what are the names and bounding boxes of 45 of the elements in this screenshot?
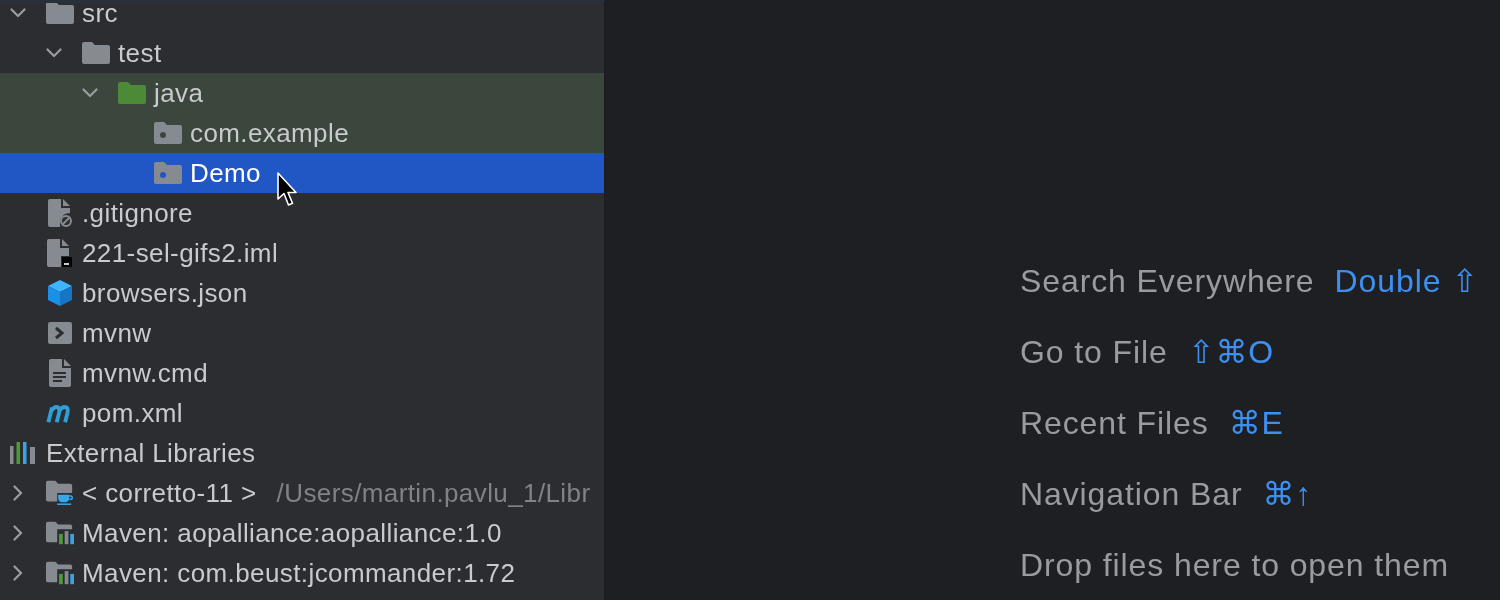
chevron-down-icon[interactable] [10,8,26,18]
hint-text: Search Everywhere [1020,261,1315,301]
hint-text: Drop files here to open them [1020,545,1449,585]
cube-icon [47,279,73,307]
terminal-icon [48,322,72,344]
tree-item[interactable]: pom.xml [0,393,604,433]
tree-item[interactable]: com.example [0,113,604,153]
tree-item[interactable]: Maven: com.beust:jcommander:1.72 [0,553,604,593]
shortcut-text: ⇧⌘O [1187,332,1275,372]
chevron-down-icon[interactable] [82,88,98,98]
chevron-down-icon[interactable] [46,48,62,58]
package-folder-icon [154,122,182,144]
folder-icon [82,42,110,64]
chevron-right-icon[interactable] [13,485,23,501]
tree-item[interactable]: .gitignore [0,193,604,233]
tree-item[interactable]: < corretto-11 > /Users/martin.pavlu_1/Libr [0,473,604,513]
path-text: /Users/martin.pavlu_1/Libr [276,476,591,510]
chevron-right-icon[interactable] [13,525,23,541]
library-bars-icon [10,442,38,464]
tree-item[interactable]: mvnw.cmd [0,353,604,393]
folder-bars-icon [46,521,74,545]
tree-item[interactable]: java [0,73,604,113]
tree-item[interactable]: mvnw [0,313,604,353]
module-file-icon [47,239,73,267]
tree-item[interactable]: Demo [0,153,604,193]
tree-item[interactable]: test [0,33,604,73]
hint-text: Navigation Bar [1020,474,1243,514]
shortcut-text: Double ⇧ [1334,261,1479,301]
shortcut-text: ⌘↑ [1262,474,1313,514]
text-file-icon [49,359,71,387]
tree-item[interactable]: src [0,3,604,33]
folder-icon [118,82,146,104]
hint-text: Go to File [1020,332,1168,372]
chevron-right-icon[interactable] [13,565,23,581]
tree-item[interactable]: Maven: aopalliance:aopalliance:1.0 [0,513,604,553]
tree-item[interactable]: External Libraries [0,433,604,473]
tree-item[interactable]: browsers.json [0,273,604,313]
folder-bars-icon [46,561,74,585]
shortcut-text: ⌘E [1228,403,1284,443]
tree-item[interactable]: 221-sel-gifs2.iml [0,233,604,273]
package-folder-icon [154,162,182,184]
folder-icon [46,3,74,24]
ignored-file-icon [48,199,72,227]
folder-cup-icon [46,480,74,506]
hint-text: Recent Files [1020,403,1209,443]
